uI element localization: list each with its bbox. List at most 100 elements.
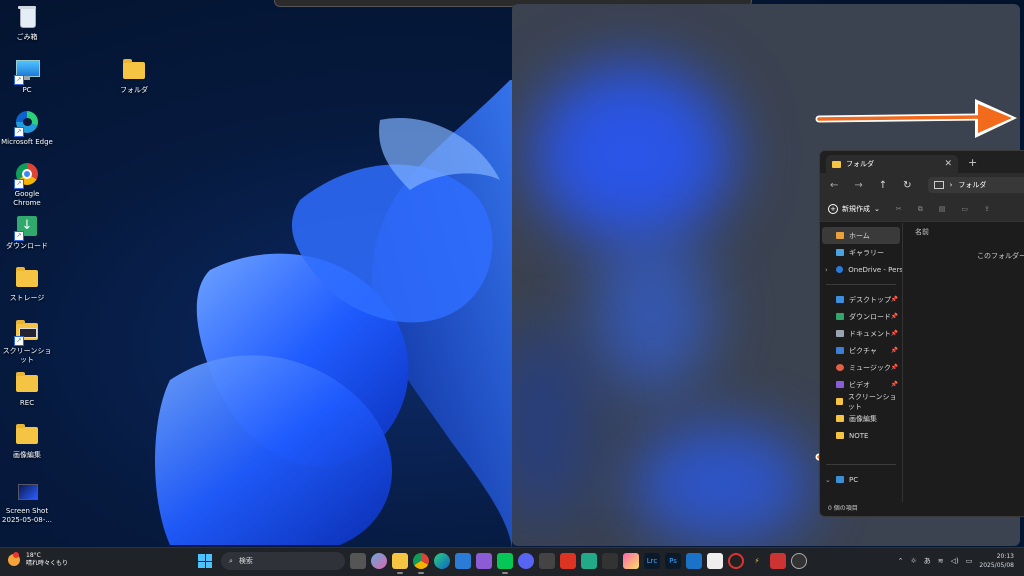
ime-indicator[interactable]: あ: [924, 556, 931, 566]
wifi-icon[interactable]: ≋: [938, 557, 944, 565]
refresh-icon[interactable]: ↻: [903, 180, 911, 191]
photoshop-icon[interactable]: Ps: [665, 553, 681, 569]
desktop-icon-rec[interactable]: REC: [0, 370, 54, 408]
desktop-icon-image-edit[interactable]: 画像編集: [0, 422, 54, 460]
folder-icon: ↗: [14, 318, 40, 346]
gallery-icon: [836, 249, 844, 256]
address-bar[interactable]: › フォルダ: [927, 177, 1024, 193]
desktop-icon-edge[interactable]: ↗ Microsoft Edge: [0, 109, 54, 147]
sidebar-item-screenshots[interactable]: スクリーンショット: [820, 392, 902, 411]
app-icon[interactable]: [728, 553, 744, 569]
sidebar-item-desktop[interactable]: デスクトップ 📌: [820, 291, 902, 308]
chrome-taskbar-icon[interactable]: [413, 553, 429, 574]
sidebar-item-documents[interactable]: ドキュメント 📌: [820, 325, 902, 342]
content-pane[interactable]: 名前 このフォルダーは空: [903, 223, 1024, 502]
lightroom-icon[interactable]: Lrc: [644, 553, 660, 569]
close-icon[interactable]: ✕: [944, 159, 952, 169]
share-icon[interactable]: ⇪: [984, 205, 990, 213]
sidebar-item-gallery[interactable]: ギャラリー: [820, 244, 902, 261]
clock[interactable]: 20:13 2025/05/08: [979, 552, 1014, 570]
app-icon[interactable]: [707, 553, 723, 569]
desktop-icon-label: Google Chrome: [13, 190, 41, 207]
app-icon[interactable]: [770, 553, 786, 569]
sidebar-item-label: デスクトップ: [849, 295, 891, 304]
sidebar-item-label: ミュージック: [849, 363, 891, 372]
sidebar-item-home[interactable]: ホーム: [822, 227, 900, 244]
folder-icon: [14, 422, 40, 448]
app-icon[interactable]: [791, 553, 807, 569]
weather-widget[interactable]: 18°C 晴れ時々くもり: [8, 552, 68, 568]
forward-icon[interactable]: →: [854, 180, 862, 191]
search-box[interactable]: ⌕ 検索: [221, 552, 345, 570]
store-icon[interactable]: [455, 553, 471, 569]
copy-icon[interactable]: ⧉: [918, 205, 923, 214]
video-icon: [836, 381, 844, 388]
rename-icon[interactable]: ▭: [961, 205, 968, 213]
file-explorer-taskbar-icon[interactable]: [392, 553, 408, 574]
sidebar-item-pc[interactable]: ⌄ PC: [820, 471, 902, 488]
desktop-icon-storage[interactable]: ストレージ: [0, 265, 54, 303]
explorer-tab[interactable]: フォルダ ✕: [826, 155, 958, 173]
calculator-icon[interactable]: [539, 553, 555, 569]
new-button[interactable]: + 新規作成 ⌄: [828, 204, 880, 214]
sidebar-item-label: ビデオ: [849, 380, 870, 389]
sidebar-item-image-edit[interactable]: 画像編集: [820, 410, 902, 427]
blur-blob: [632, 424, 812, 544]
discord-icon[interactable]: [518, 553, 534, 569]
chevron-right-icon: ›: [825, 265, 828, 274]
desktop-icon-screenshots[interactable]: ↗ スクリーンショット: [0, 318, 54, 365]
divider: [826, 284, 896, 285]
sidebar-item-videos[interactable]: ビデオ 📌: [820, 376, 902, 393]
desktop-icon-label: フォルダ: [120, 86, 148, 94]
system-tray: ⌃ ☼ あ ≋ ◁) ▭ 20:13 2025/05/08: [898, 552, 1014, 570]
desktop-icon-chrome[interactable]: ↗ Google Chrome: [0, 161, 54, 208]
monitor-icon: [933, 181, 944, 189]
brightness-icon[interactable]: ☼: [911, 557, 917, 565]
desktop-icon-pc[interactable]: ↗ PC: [0, 57, 54, 95]
sidebar-item-downloads[interactable]: ダウンロード 📌: [820, 308, 902, 325]
app-icon[interactable]: [623, 553, 639, 569]
desktop-icon: [836, 296, 844, 303]
pc-icon: [836, 476, 844, 483]
cut-icon[interactable]: ✂: [896, 205, 902, 213]
desktop-icon-screenshot-file[interactable]: Screen Shot 2025-05-08-...: [0, 478, 54, 525]
sidebar-item-label: スクリーンショット: [847, 392, 897, 411]
app-icon[interactable]: ⚡: [749, 553, 765, 569]
vscode-icon[interactable]: [686, 553, 702, 569]
desktop-icon-recycle-bin[interactable]: ごみ箱: [0, 4, 54, 42]
copilot-icon[interactable]: [371, 553, 387, 569]
clock-date: 2025/05/08: [979, 562, 1014, 569]
pin-icon: 📌: [890, 347, 898, 354]
wallpaper-bloom: [155, 80, 512, 550]
edge-taskbar-icon[interactable]: [434, 553, 450, 569]
app-icon[interactable]: [581, 553, 597, 569]
desktop-icon-download[interactable]: ↓ ↗ ダウンロード: [0, 213, 54, 251]
sidebar-item-pictures[interactable]: ピクチャ 📌: [820, 342, 902, 359]
cloud-icon: [836, 266, 844, 273]
davinci-icon[interactable]: [602, 553, 618, 569]
line-icon[interactable]: [497, 553, 513, 574]
desktop-icon-folder[interactable]: フォルダ: [107, 57, 161, 95]
sidebar-item-label: ピクチャ: [849, 346, 877, 355]
app-icon[interactable]: [476, 553, 492, 569]
app-icon[interactable]: [560, 553, 576, 569]
back-icon[interactable]: ←: [830, 180, 838, 191]
column-header-name[interactable]: 名前: [915, 227, 1024, 237]
empty-folder-message: このフォルダーは空: [977, 252, 1024, 260]
battery-icon[interactable]: ▭: [966, 557, 973, 565]
pin-icon: 📌: [890, 381, 898, 388]
pin-icon: 📌: [890, 330, 898, 337]
task-view-icon[interactable]: [350, 553, 366, 569]
file-explorer-window[interactable]: フォルダ ✕ + ← → ↑ ↻ › フォルダ + 新規作成 ⌄ ✂ ⧉ ▤ ▭…: [819, 150, 1024, 517]
volume-icon[interactable]: ◁): [951, 557, 959, 565]
sidebar-item-music[interactable]: ミュージック 📌: [820, 359, 902, 376]
pin-icon: 📌: [890, 364, 898, 371]
sidebar-item-onedrive[interactable]: › OneDrive - Perso: [820, 261, 902, 278]
new-tab-icon[interactable]: +: [968, 156, 977, 169]
blur-blob: [532, 64, 732, 244]
sidebar-item-note[interactable]: NOTE: [820, 427, 902, 444]
chevron-up-icon[interactable]: ⌃: [898, 557, 904, 565]
up-icon[interactable]: ↑: [879, 180, 887, 191]
paste-icon[interactable]: ▤: [939, 205, 946, 213]
windows-start-icon[interactable]: [198, 554, 212, 568]
